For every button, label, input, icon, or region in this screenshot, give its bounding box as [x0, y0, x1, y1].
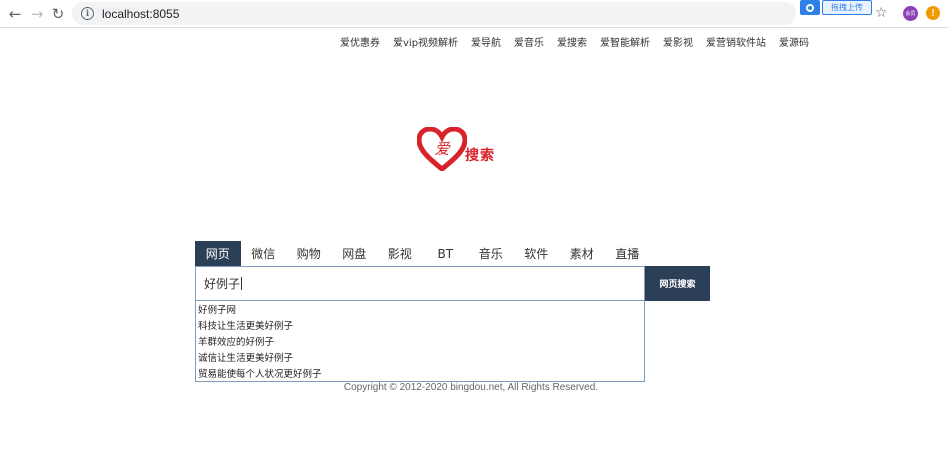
- tab-live[interactable]: 直播: [605, 241, 651, 266]
- search-input[interactable]: 好例子: [195, 266, 645, 301]
- site-logo: 爱 搜索: [416, 126, 497, 173]
- top-link-search[interactable]: 爱搜索: [557, 34, 587, 49]
- text-caret: [241, 277, 243, 290]
- top-link-vip-video[interactable]: 爱vip视频解析: [393, 34, 458, 49]
- address-url[interactable]: localhost:8055: [102, 7, 179, 21]
- tab-web[interactable]: 网页: [195, 241, 241, 266]
- update-alert-icon[interactable]: !: [926, 6, 940, 20]
- search-tabs: 网页 微信 购物 网盘 影视 BT 音乐 软件 素材 直播: [195, 241, 650, 266]
- top-link-nav[interactable]: 爱导航: [471, 34, 501, 49]
- tab-software[interactable]: 软件: [514, 241, 560, 266]
- tab-wechat[interactable]: 微信: [241, 241, 287, 266]
- copyright-text: Copyright © 2012-2020 bingdou.net, All R…: [343, 382, 599, 393]
- suggestion-item[interactable]: 羊群效应的好例子: [196, 335, 644, 351]
- forward-arrow-icon[interactable]: →: [27, 4, 47, 24]
- tab-bt[interactable]: BT: [423, 241, 469, 266]
- logo-text: 搜索: [465, 148, 495, 164]
- site-info-icon[interactable]: i: [81, 7, 94, 20]
- top-link-coupon[interactable]: 爱优惠券: [340, 34, 380, 49]
- top-link-source-code[interactable]: 爱源码: [779, 34, 809, 49]
- tab-materials[interactable]: 素材: [559, 241, 605, 266]
- profile-avatar[interactable]: 会员: [903, 6, 918, 21]
- upload-extension[interactable]: 拖拽上传: [800, 0, 872, 15]
- top-link-smart-parse[interactable]: 爱智能解析: [600, 34, 650, 49]
- tab-music[interactable]: 音乐: [468, 241, 514, 266]
- tab-shopping[interactable]: 购物: [286, 241, 332, 266]
- suggestion-item[interactable]: 科技让生活更美好例子: [196, 319, 644, 335]
- tab-netdisk[interactable]: 网盘: [332, 241, 378, 266]
- cloud-upload-icon[interactable]: [800, 0, 820, 15]
- tab-movies[interactable]: 影视: [377, 241, 423, 266]
- back-arrow-icon[interactable]: ←: [5, 4, 25, 24]
- search-input-value[interactable]: 好例子: [204, 275, 240, 292]
- web-search-button[interactable]: 网页搜索: [645, 266, 710, 301]
- browser-toolbar: ← → ↻ i localhost:8055 拖拽上传 ☆ 会员 !: [0, 0, 948, 28]
- suggestion-item[interactable]: 贸易能使每个人状况更好例子: [196, 367, 644, 383]
- address-bar[interactable]: i localhost:8055: [72, 2, 796, 25]
- upload-extension-label[interactable]: 拖拽上传: [822, 0, 872, 15]
- logo-heart-char: 爱: [434, 140, 451, 158]
- autocomplete-dropdown: 好例子网 科技让生活更美好例子 羊群效应的好例子 诚信让生活更美好例子 贸易能使…: [195, 300, 645, 382]
- reload-icon[interactable]: ↻: [48, 4, 68, 24]
- top-link-marketing-software[interactable]: 爱营销软件站: [706, 34, 766, 49]
- suggestion-item[interactable]: 诚信让生活更美好例子: [196, 351, 644, 367]
- top-link-movies[interactable]: 爱影视: [663, 34, 693, 49]
- top-links: 爱优惠券 爱vip视频解析 爱导航 爱音乐 爱搜索 爱智能解析 爱影视 爱营销软…: [340, 34, 822, 49]
- bookmark-star-icon[interactable]: ☆: [875, 5, 888, 21]
- heart-logo-icon: 爱: [416, 126, 468, 173]
- top-link-music[interactable]: 爱音乐: [514, 34, 544, 49]
- suggestion-item[interactable]: 好例子网: [196, 303, 644, 319]
